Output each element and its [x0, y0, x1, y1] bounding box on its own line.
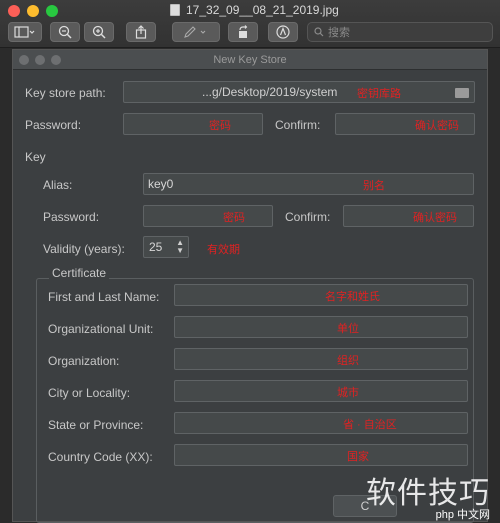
zoom-out-button[interactable]: [50, 22, 80, 42]
confirm-label: Confirm:: [275, 118, 320, 132]
alias-value: key0: [148, 177, 173, 191]
zoom-window-button[interactable]: [46, 5, 58, 17]
certificate-title: Certificate: [49, 266, 109, 280]
key-confirm-label: Confirm:: [285, 210, 330, 224]
confirm-annotation: 确认密码: [415, 117, 459, 133]
cert-row-label: State or Province:: [48, 418, 143, 432]
key-confirm-annotation: 确认密码: [413, 209, 457, 225]
password-field[interactable]: [123, 113, 263, 135]
window-title: 17_32_09__08_21_2019.jpg: [186, 3, 339, 17]
alias-label: Alias:: [43, 178, 72, 192]
state-province-field[interactable]: [174, 412, 468, 434]
markup-toolbar-button[interactable]: [268, 22, 298, 42]
preview-titlebar: 17_32_09__08_21_2019.jpg 搜索: [0, 0, 500, 48]
organizational-unit-field[interactable]: [174, 316, 468, 338]
search-placeholder: 搜索: [328, 24, 350, 40]
key-store-path-value: ...g/Desktop/2019/system: [128, 85, 337, 99]
cert-row-annotation: 国家: [347, 448, 369, 464]
alias-annotation: 别名: [363, 177, 385, 193]
cert-row-annotation: 单位: [337, 320, 359, 336]
validity-value: 25: [149, 240, 162, 254]
key-password-annotation: 密码: [223, 209, 245, 225]
zoom-in-icon: [92, 25, 106, 39]
cert-row-label: First and Last Name:: [48, 290, 159, 304]
key-store-path-field[interactable]: ...g/Desktop/2019/system: [123, 81, 475, 103]
dialog-title: New Key Store: [13, 54, 487, 66]
cert-row-label: City or Locality:: [48, 386, 130, 400]
cert-row-annotation: 城市: [337, 384, 359, 400]
cert-row-label: Country Code (XX):: [48, 450, 153, 464]
key-password-field[interactable]: [143, 205, 273, 227]
folder-icon[interactable]: [455, 88, 469, 98]
search-field[interactable]: 搜索: [307, 22, 493, 42]
cert-row-annotation: 组织: [337, 352, 359, 368]
key-section-label: Key: [25, 150, 46, 164]
minimize-window-button[interactable]: [27, 5, 39, 17]
watermark-sub: php 中文网: [436, 506, 490, 522]
cert-row-annotation: 省 · 自治区: [343, 416, 397, 432]
pen-icon: [183, 26, 209, 38]
rotate-button[interactable]: [228, 22, 258, 42]
markup-icon: [276, 25, 290, 39]
dialog-titlebar: New Key Store: [13, 50, 487, 70]
city-locality-field[interactable]: [174, 380, 468, 402]
first-last-name-field[interactable]: [174, 284, 468, 306]
cert-row-label: Organizational Unit:: [48, 322, 153, 336]
password-label: Password:: [25, 118, 81, 132]
close-window-button[interactable]: [8, 5, 20, 17]
stepper-arrows-icon[interactable]: ▲▼: [176, 239, 184, 255]
zoom-out-icon: [58, 25, 72, 39]
key-store-path-label: Key store path:: [25, 86, 106, 100]
organization-field[interactable]: [174, 348, 468, 370]
share-icon: [135, 25, 147, 39]
cert-row-label: Organization:: [48, 354, 119, 368]
validity-annotation: 有效期: [207, 241, 240, 257]
rotate-icon: [236, 25, 250, 39]
image-file-icon: [170, 4, 180, 16]
country-code-field[interactable]: [174, 444, 468, 466]
sidebar-icon: [14, 26, 36, 38]
share-button[interactable]: [126, 22, 156, 42]
sidebar-toggle-button[interactable]: [8, 22, 42, 42]
zoom-in-button[interactable]: [84, 22, 114, 42]
alias-field[interactable]: key0: [143, 173, 474, 195]
key-store-path-annotation: 密钥库路: [357, 85, 401, 101]
markup-pen-button[interactable]: [172, 22, 220, 42]
validity-label: Validity (years):: [43, 242, 125, 256]
password-annotation: 密码: [209, 117, 231, 133]
cert-row-annotation: 名字和姓氏: [325, 288, 380, 304]
new-key-store-dialog: New Key Store Key store path: ...g/Deskt…: [12, 49, 488, 522]
validity-stepper[interactable]: 25 ▲▼: [143, 236, 189, 258]
key-password-label: Password:: [43, 210, 99, 224]
search-icon: [314, 27, 324, 37]
